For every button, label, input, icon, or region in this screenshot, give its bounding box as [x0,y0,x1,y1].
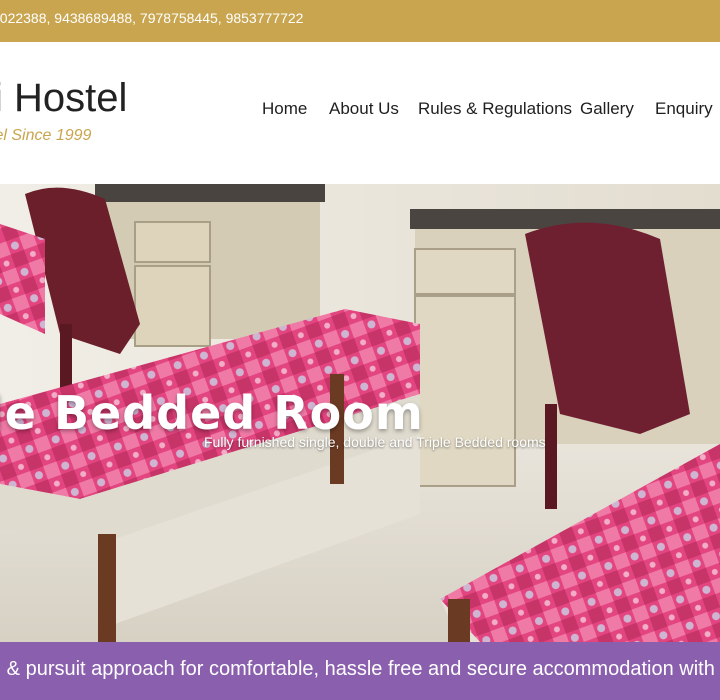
banner-text: n & pursuit approach for comfortable, ha… [0,658,720,680]
marquee-banner: n & pursuit approach for comfortable, ha… [0,642,720,700]
nav-rules-regulations[interactable]: Rules & Regulations [418,99,572,119]
nav-about-us[interactable]: About Us [329,99,399,119]
nav-enquiry[interactable]: Enquiry [655,99,713,119]
hero-slider[interactable]: le Bedded Room Fully furnished single, d… [0,184,720,642]
nav-gallery[interactable]: Gallery [580,99,634,119]
site-header: i Hostel tel Since 1999 Home About Us Ru… [0,42,720,184]
phone-numbers: 5022388, 9438689488, 7978758445, 9853777… [0,10,304,26]
hero-title: le Bedded Room [0,386,424,440]
hero-subtitle: Fully furnished single, double and Tripl… [204,434,546,450]
brand-tagline: tel Since 1999 [0,127,92,144]
top-contact-bar: 5022388, 9438689488, 7978758445, 9853777… [0,0,720,42]
brand-title[interactable]: i Hostel [0,76,127,121]
nav-home[interactable]: Home [262,99,307,119]
